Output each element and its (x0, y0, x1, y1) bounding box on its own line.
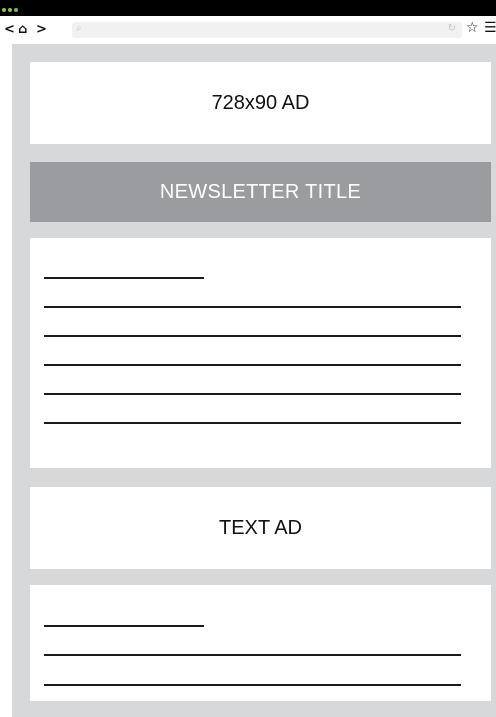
menu-icon[interactable]: ☰ (484, 20, 496, 36)
top-ad-banner[interactable]: 728x90 AD (30, 62, 491, 144)
browser-toolbar: < ⌂ > ⌕ ↻ ☆ ☰ (0, 16, 496, 44)
article-text-line (44, 684, 461, 686)
text-ad-block[interactable]: TEXT AD (30, 487, 491, 569)
window-titlebar (0, 0, 496, 16)
bookmark-star-icon[interactable]: ☆ (466, 20, 479, 36)
article-text-line (44, 364, 461, 366)
text-ad-label: TEXT AD (219, 516, 302, 539)
window-maximize-dot[interactable] (14, 8, 18, 12)
top-ad-label: 728x90 AD (211, 91, 310, 114)
article-text-line (44, 422, 461, 424)
article-heading-line (44, 625, 204, 627)
forward-button[interactable]: > (36, 20, 47, 40)
home-icon[interactable]: ⌂ (18, 20, 32, 40)
article-block-1 (30, 238, 491, 468)
address-bar[interactable]: ⌕ ↻ (72, 22, 462, 38)
article-text-line (44, 335, 461, 337)
article-heading-line (44, 277, 204, 279)
article-text-line (44, 306, 461, 308)
window-minimize-dot[interactable] (8, 8, 12, 12)
page-viewport: 728x90 AD NEWSLETTER TITLE TEXT AD (12, 44, 496, 717)
search-icon: ⌕ (76, 23, 82, 34)
newsletter-title: NEWSLETTER TITLE (30, 162, 491, 222)
reload-icon[interactable]: ↻ (448, 23, 456, 34)
article-block-2 (30, 585, 491, 701)
article-text-line (44, 393, 461, 395)
window-close-dot[interactable] (2, 8, 6, 12)
article-text-line (44, 654, 461, 656)
back-button[interactable]: < (4, 20, 15, 40)
